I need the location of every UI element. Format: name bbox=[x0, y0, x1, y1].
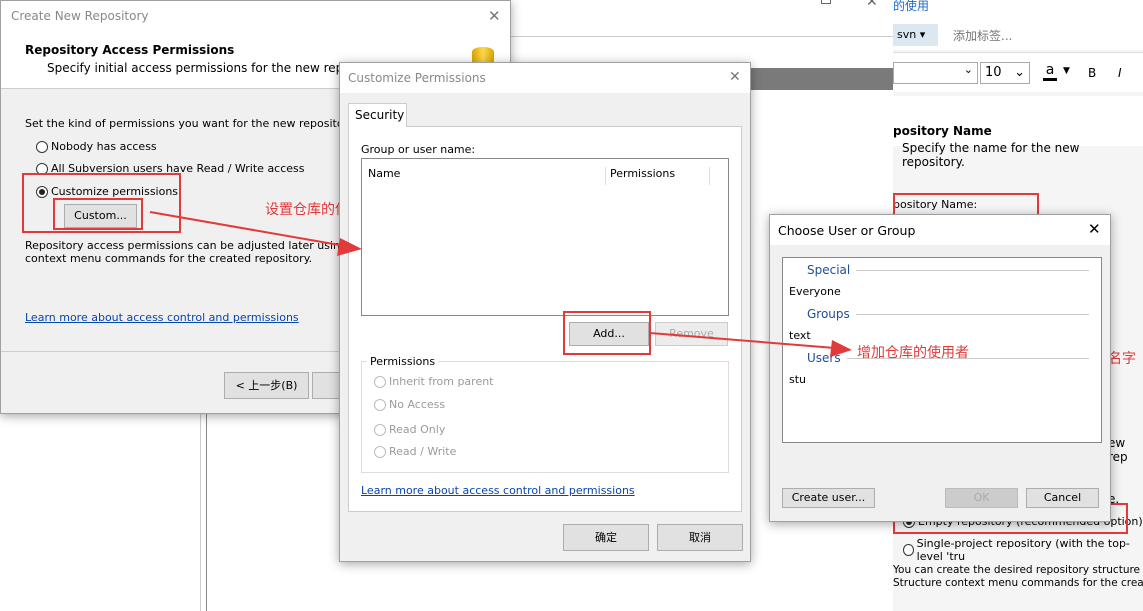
arrow-head bbox=[830, 340, 852, 357]
arrow-head bbox=[337, 238, 362, 256]
annotation-arrows bbox=[149, 211, 852, 357]
tab-security[interactable]: Security bbox=[348, 103, 407, 127]
link-fragment[interactable]: 的使用 bbox=[893, 0, 929, 13]
arrow-line bbox=[649, 332, 836, 349]
arrow-line bbox=[149, 211, 346, 247]
